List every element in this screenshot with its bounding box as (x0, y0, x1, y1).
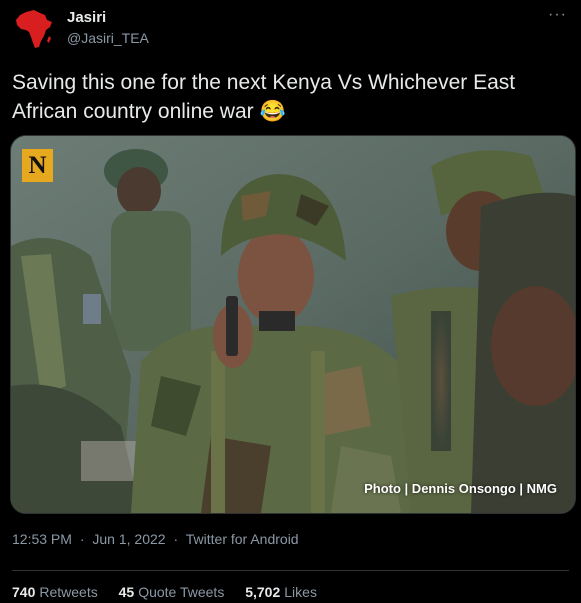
engagement-stats: 740 Retweets 45 Quote Tweets 5,702 Likes (12, 584, 334, 600)
tweet-media[interactable]: N Photo | Dennis Onsongo | NMG (10, 135, 576, 514)
avatar[interactable] (12, 6, 56, 50)
tweet-time[interactable]: 12:53 PM (12, 531, 72, 547)
tweet-date[interactable]: Jun 1, 2022 (92, 531, 165, 547)
africa-avatar-icon (16, 10, 52, 48)
meta-separator: · (79, 531, 85, 547)
tweet-meta: 12:53 PM · Jun 1, 2022 · Twitter for And… (12, 531, 303, 547)
quotes-count: 45 (118, 584, 135, 600)
retweets-label: Retweets (39, 584, 98, 600)
likes-stat[interactable]: 5,702 Likes (245, 584, 317, 600)
meta-separator: · (173, 531, 179, 547)
likes-count: 5,702 (245, 584, 281, 600)
photo-soldiers (11, 136, 575, 513)
tweet-text: Saving this one for the next Kenya Vs Wh… (12, 71, 516, 123)
quote-tweets-stat[interactable]: 45 Quote Tweets (119, 584, 229, 600)
nation-logo: N (22, 149, 53, 182)
display-name[interactable]: Jasiri (67, 9, 106, 26)
quotes-label: Quote Tweets (138, 584, 225, 600)
retweets-stat[interactable]: 740 Retweets (12, 584, 102, 600)
photo-credit: Photo | Dennis Onsongo | NMG (364, 481, 557, 496)
tweet-client[interactable]: Twitter for Android (186, 531, 299, 547)
retweets-count: 740 (12, 584, 36, 600)
divider (12, 570, 569, 571)
more-options-icon[interactable]: ··· (548, 6, 567, 24)
user-handle[interactable]: @Jasiri_TEA (67, 30, 149, 46)
likes-label: Likes (284, 584, 317, 600)
